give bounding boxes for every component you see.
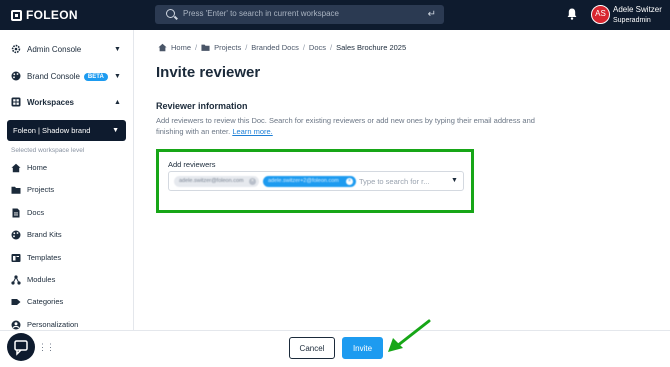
search-placeholder: Press 'Enter' to search in current works… [183,9,340,18]
tag-icon [11,299,21,305]
add-reviewers-label: Add reviewers [168,160,216,169]
home-icon [158,43,167,52]
enter-key-icon: ↵ [427,9,436,20]
reviewers-select[interactable]: adele.switzer@foleon.com × adele.switzer… [168,171,464,191]
nav-label: Categories [27,297,64,306]
sidebar-item-categories[interactable]: Categories [0,293,134,311]
chevron-down-icon: ▼ [114,45,121,53]
breadcrumb-separator: / [330,43,333,52]
sidebar-item-docs[interactable]: Docs [0,204,134,222]
reviewer-chip[interactable]: adele.switzer@foleon.com × [174,176,259,187]
description: Add reviewers to review this Doc. Search… [156,115,536,137]
chat-button[interactable] [7,333,35,361]
avatar[interactable]: AS [591,5,610,24]
doc-icon [12,208,20,218]
invite-button[interactable]: Invite [342,337,383,359]
sidebar: Admin Console ▼ Brand Console BETA ▼ Work… [0,30,134,367]
nav-label: Brand Kits [27,230,62,239]
breadcrumb-separator: / [245,43,248,52]
person-icon [11,320,21,330]
reviewer-chip-email: adele.switzer@foleon.com [179,178,244,184]
chat-icon [14,340,28,356]
admin-console-label: Admin Console [27,44,82,54]
breadcrumb-branded-docs[interactable]: Branded Docs [251,43,299,52]
bell-icon[interactable] [567,8,577,20]
description-text: Add reviewers to review this Doc. Search… [156,116,535,136]
section-title: Reviewer information [156,101,248,111]
breadcrumb: Home / Projects / Branded Docs / Docs / … [158,43,406,52]
reviewer-chip[interactable]: adele.switzer+2@foleon.com × [263,176,356,187]
brand-console-label: Brand Console BETA [27,72,108,81]
chevron-down-icon[interactable]: ▼ [451,177,458,184]
home-icon [11,163,21,173]
beta-badge: BETA [83,72,108,81]
learn-more-link[interactable]: Learn more. [232,127,272,136]
reviewer-chip-email: adele.switzer+2@foleon.com [268,178,339,184]
breadcrumb-separator: / [302,43,305,52]
drag-handle-icon[interactable]: ⋮⋮ [38,342,55,353]
folder-icon [11,186,21,194]
sidebar-item-brand-kits[interactable]: Brand Kits [0,226,134,244]
page-title: Invite reviewer [156,64,261,81]
breadcrumb-projects[interactable]: Projects [214,43,241,52]
chevron-down-icon: ▼ [114,72,121,80]
top-bar: FOLEON Press 'Enter' to search in curren… [0,0,670,30]
global-search-input[interactable]: Press 'Enter' to search in current works… [155,5,444,24]
palette-icon [11,71,21,81]
sidebar-item-templates[interactable]: Templates [0,249,134,267]
gear-icon [11,44,21,54]
reviewers-search-placeholder[interactable]: Type to search for r... [359,177,429,186]
sidebar-item-workspaces[interactable]: Workspaces ▲ [0,92,134,112]
modules-icon [11,275,21,285]
breadcrumb-current: Sales Brochure 2025 [336,43,407,52]
brand-select-value: Foleon | Shadow brand [13,126,91,135]
sidebar-item-admin-console[interactable]: Admin Console ▼ [0,39,134,59]
breadcrumb-separator: / [195,43,198,52]
user-role: Superadmin [613,17,651,24]
brand-select[interactable]: Foleon | Shadow brand ▼ [7,120,126,141]
workspace-level-label: Selected workspace level [11,147,85,154]
nav-label: Modules [27,275,56,284]
annotation-arrow-icon [388,319,431,352]
nav-label: Personalization [27,320,79,329]
workspaces-label: Workspaces [27,97,74,107]
close-icon[interactable]: × [346,178,353,185]
nav-label: Docs [27,208,45,217]
breadcrumb-home[interactable]: Home [171,43,191,52]
close-icon[interactable]: × [249,178,256,185]
folder-icon [201,44,210,51]
nav-label: Projects [27,185,55,194]
chevron-down-icon: ▼ [112,127,119,134]
nav-label: Home [27,163,48,172]
foleon-logo[interactable]: FOLEON [11,8,78,22]
sidebar-item-modules[interactable]: Modules [0,271,134,289]
logo-text: FOLEON [26,8,78,22]
cancel-button[interactable]: Cancel [289,337,335,359]
nav-label: Templates [27,253,62,262]
footer-bar [0,330,670,367]
search-icon [166,9,175,18]
chevron-up-icon: ▲ [114,98,121,106]
workspaces-icon [11,97,21,107]
user-name[interactable]: Adele Switzer [613,5,662,14]
template-icon [11,254,21,262]
sidebar-item-home[interactable]: Home [0,159,134,177]
sidebar-item-brand-console[interactable]: Brand Console BETA ▼ [0,66,134,86]
sidebar-item-projects[interactable]: Projects [0,181,134,199]
palette-icon [11,230,21,240]
breadcrumb-docs[interactable]: Docs [309,43,326,52]
foleon-logo-icon [11,9,22,21]
